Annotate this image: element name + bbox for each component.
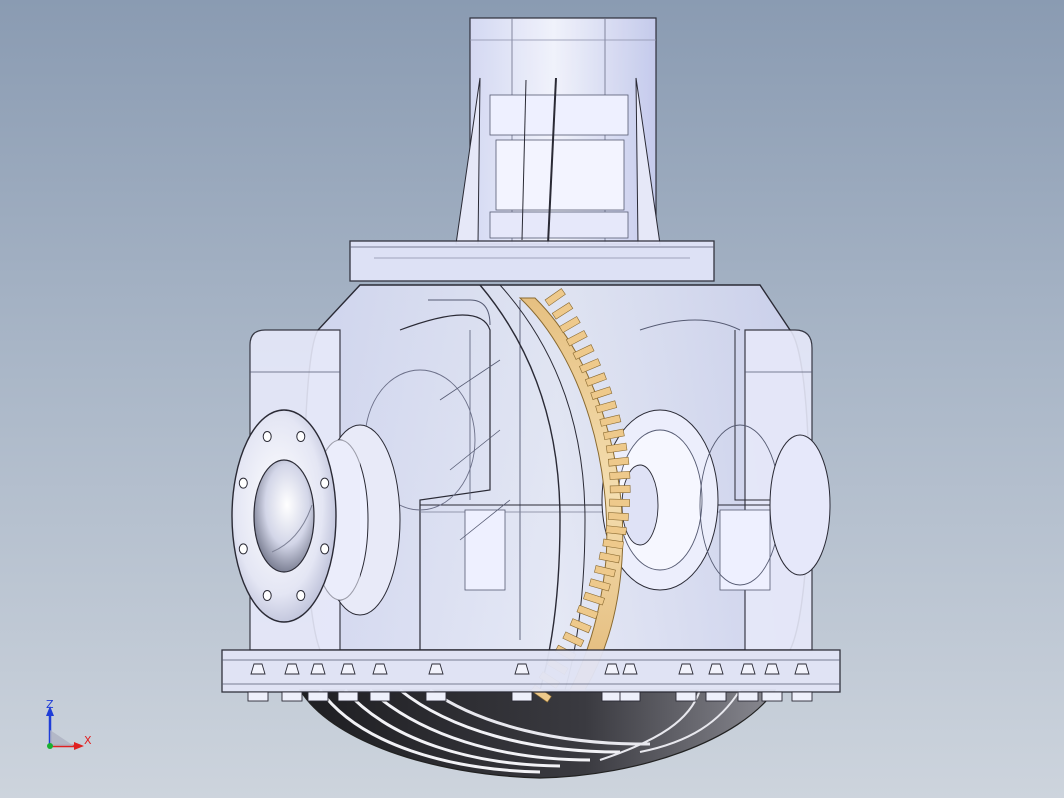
x-axis-label: X	[84, 734, 92, 747]
origin-dot-icon	[47, 743, 53, 749]
flange-bolt-hole	[296, 431, 306, 442]
flange-bolt-hole	[238, 477, 248, 489]
graphics-viewport[interactable]: Z X	[0, 0, 1064, 798]
base-plate	[221, 649, 841, 702]
flange-bolt-hole	[262, 431, 272, 442]
flange-bolt-hole	[320, 543, 330, 555]
gear-tooth	[607, 512, 629, 521]
oil-pan	[298, 688, 777, 779]
gear-tooth	[609, 471, 631, 480]
gear-tooth	[609, 498, 631, 507]
x-arrow-icon	[74, 742, 84, 750]
left-flange	[231, 409, 401, 623]
gearbox-model[interactable]	[0, 0, 1064, 798]
flange-bolt-hole	[262, 590, 272, 601]
flange-bolt-hole	[320, 477, 330, 489]
flange-bolt-hole	[296, 590, 306, 601]
z-axis-label: Z	[46, 698, 54, 711]
xz-plane-icon	[50, 730, 74, 746]
top-plate	[349, 240, 715, 282]
gear-tooth	[609, 485, 631, 494]
flange-bolt-hole	[238, 543, 248, 555]
input-tube	[455, 17, 661, 245]
